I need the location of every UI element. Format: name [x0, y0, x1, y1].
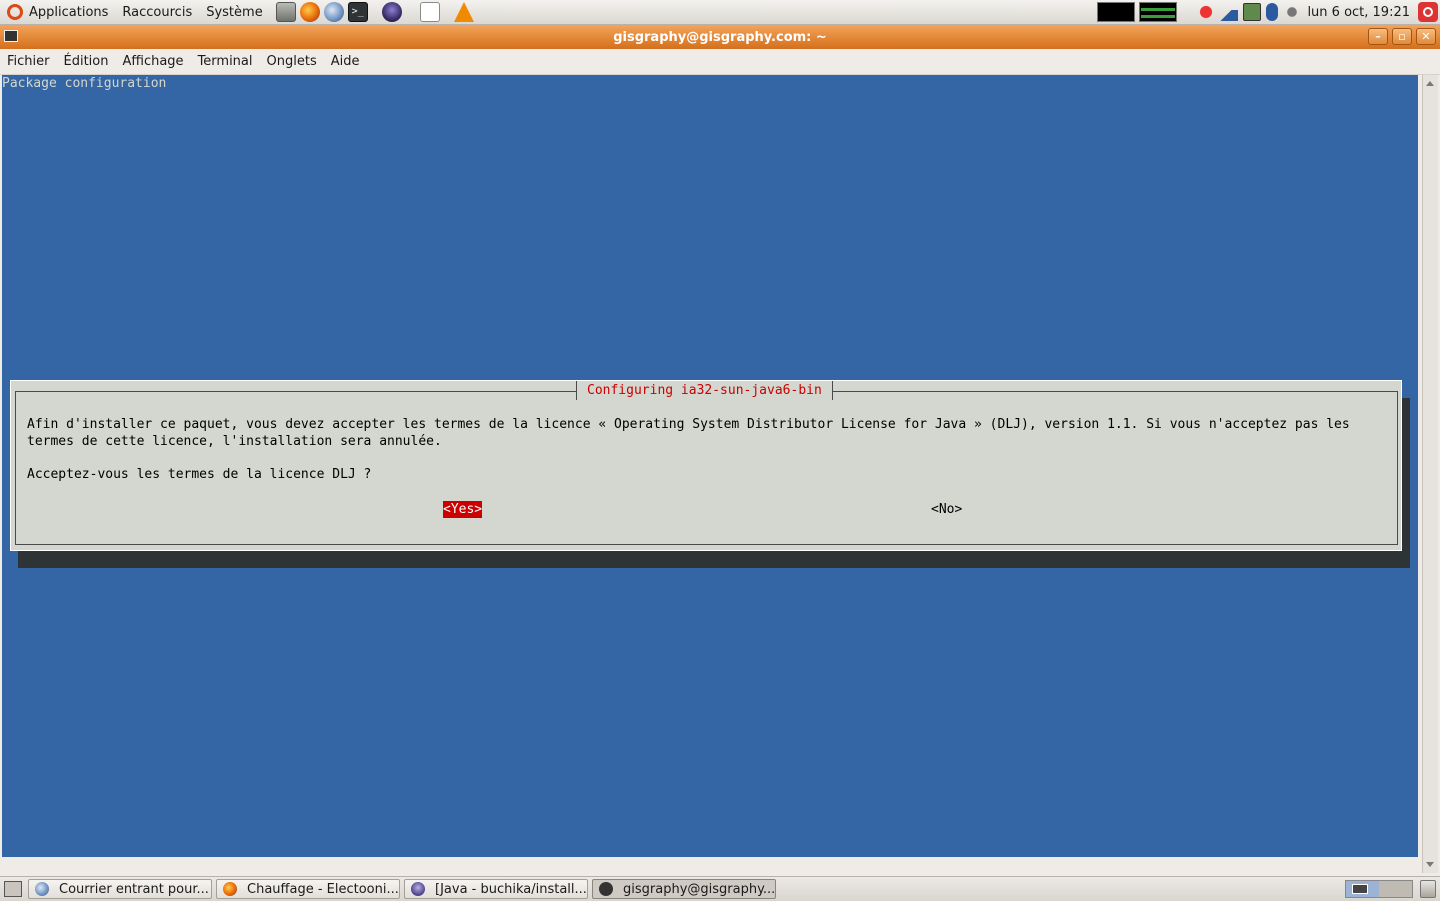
battery-icon[interactable] [1243, 3, 1262, 21]
bottom-panel: Courrier entrant pour... Chauffage - Ele… [0, 876, 1440, 901]
terminal-launcher-icon[interactable]: >_ [347, 2, 368, 22]
task-button[interactable]: [Java - buchika/install... [404, 879, 588, 899]
applications-menu-label: Applications [29, 4, 109, 20]
network-monitor-icon[interactable] [1139, 2, 1178, 22]
maximize-button[interactable]: ▫ [1392, 28, 1412, 45]
menu-affichage[interactable]: Affichage [115, 49, 190, 74]
task-label: Chauffage - Electooni... [247, 881, 399, 897]
scroll-down-icon[interactable] [1426, 862, 1434, 867]
eclipse-icon[interactable] [381, 2, 402, 22]
text-editor-icon[interactable] [419, 2, 440, 22]
yes-button[interactable]: <Yes> [443, 501, 483, 518]
trash-icon[interactable] [1420, 880, 1436, 898]
terminal-scrollbar[interactable] [1422, 75, 1438, 873]
firefox-icon[interactable] [299, 2, 320, 22]
wifi-signal-icon[interactable] [1220, 3, 1239, 21]
update-notifier-icon[interactable] [1197, 3, 1216, 21]
system-tray [1197, 3, 1302, 21]
raccourcis-menu[interactable]: Raccourcis [115, 0, 199, 24]
systeme-menu[interactable]: Système [199, 0, 269, 24]
power-icon[interactable] [1418, 2, 1438, 22]
no-button[interactable]: <No> [931, 501, 962, 518]
minimize-button[interactable]: – [1368, 28, 1388, 45]
bluetooth-icon[interactable] [1266, 3, 1279, 21]
launchers: >_ [275, 2, 474, 22]
thunderbird-icon [35, 882, 49, 896]
vlc-icon[interactable] [453, 2, 474, 22]
workspace-1[interactable] [1346, 881, 1379, 897]
firefox-icon [223, 882, 237, 896]
show-desktop-icon[interactable] [4, 881, 22, 897]
cpu-monitor-icon[interactable] [1097, 2, 1136, 22]
dialog-title: Configuring ia32-sun-java6-bin [576, 381, 833, 400]
menu-aide[interactable]: Aide [324, 49, 367, 74]
top-panel: Applications Raccourcis Système >_ lun 6… [0, 0, 1440, 25]
window-titlebar[interactable]: gisgraphy@gisgraphy.com: ~ – ▫ ✕ [0, 25, 1440, 49]
scroll-up-icon[interactable] [1426, 81, 1434, 86]
window-title: gisgraphy@gisgraphy.com: ~ [613, 29, 827, 45]
ubuntu-logo-icon [7, 4, 23, 20]
screen-title: Package configuration [2, 76, 167, 91]
calculator-icon[interactable] [275, 2, 296, 22]
eclipse-icon [411, 882, 425, 896]
workspace-2[interactable] [1379, 881, 1412, 897]
workspace-switcher[interactable] [1345, 880, 1413, 898]
debconf-dialog: Configuring ia32-sun-java6-bin Afin d'in… [10, 380, 1402, 551]
thunderbird-icon[interactable] [323, 2, 344, 22]
close-button[interactable]: ✕ [1416, 28, 1436, 45]
task-button[interactable]: Courrier entrant pour... [28, 879, 212, 899]
menu-fichier[interactable]: Fichier [0, 49, 57, 74]
task-button[interactable]: Chauffage - Electooni... [216, 879, 400, 899]
dialog-message: Afin d'installer ce paquet, vous devez a… [27, 417, 1350, 449]
task-label: gisgraphy@gisgraphy.... [623, 881, 776, 897]
volume-icon[interactable] [1283, 3, 1302, 21]
menu-onglets[interactable]: Onglets [260, 49, 324, 74]
terminal-menubar: Fichier Édition Affichage Terminal Ongle… [0, 49, 1440, 75]
task-label: Courrier entrant pour... [59, 881, 209, 897]
terminal-window-icon[interactable] [4, 30, 18, 42]
terminal-icon [599, 882, 613, 896]
menu-terminal[interactable]: Terminal [191, 49, 260, 74]
dialog-question: Acceptez-vous les termes de la licence D… [27, 467, 372, 482]
terminal-screen[interactable]: Package configuration Configuring ia32-s… [2, 75, 1418, 857]
task-label: [Java - buchika/install... [435, 881, 587, 897]
applications-menu[interactable]: Applications [0, 0, 115, 24]
clock[interactable]: lun 6 oct, 19:21 [1307, 5, 1410, 20]
task-button-active[interactable]: gisgraphy@gisgraphy.... [592, 879, 776, 899]
menu-edition[interactable]: Édition [57, 49, 116, 74]
